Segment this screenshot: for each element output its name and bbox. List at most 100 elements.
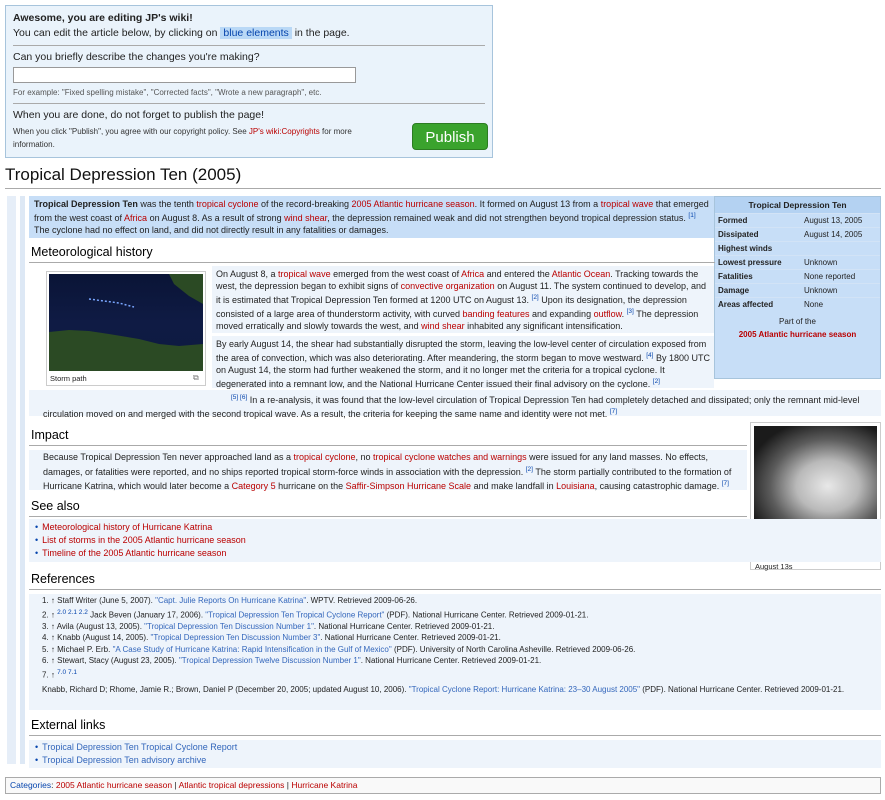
categories-bar: Categories: 2005 Atlantic hurricane seas… (5, 777, 881, 794)
heading-meteorological-history[interactable]: Meteorological history (31, 245, 153, 259)
ref-link[interactable]: "Capt. Julie Reports On Hurricane Katrin… (155, 596, 306, 605)
ref-number: 3. (42, 621, 49, 631)
external-link[interactable]: Tropical Depression Ten Tropical Cyclone… (42, 742, 237, 752)
heading-rule (29, 516, 747, 517)
impact-paragraph[interactable]: Because Tropical Depression Ten never ap… (29, 450, 747, 493)
met-p1-t2: emerged from the west coast of (330, 269, 462, 279)
link-tropical-cyclone-2[interactable]: tropical cyclone (294, 452, 356, 462)
list-item: Timeline of the 2005 Atlantic hurricane … (35, 547, 875, 560)
link-africa[interactable]: Africa (124, 213, 147, 223)
link-2005-season[interactable]: 2005 Atlantic hurricane season (352, 199, 475, 209)
ref-author: Knabb, Richard D; Rhome, Jamie R.; Brown… (42, 684, 409, 694)
link-wind-shear-2[interactable]: wind shear (421, 321, 465, 331)
banner-instructions: You can edit the article below, by click… (13, 27, 485, 39)
impact-text: Because Tropical Depression Ten never ap… (43, 451, 733, 493)
publish-button[interactable]: Publish (412, 123, 488, 150)
met-p1-t1: On August 8, a (216, 269, 279, 279)
heading-external-links[interactable]: External links (31, 718, 105, 732)
category-link[interactable]: Hurricane Katrina (291, 780, 357, 790)
met-p3-text: [5] [6] In a re-analysis, it was found t… (43, 392, 867, 420)
heading-impact[interactable]: Impact (31, 428, 69, 442)
infobox-row: Areas affected None (715, 297, 880, 311)
link-banding-features[interactable]: banding features (462, 309, 529, 319)
infobox-table: Formed August 13, 2005 Dissipated August 1… (715, 213, 880, 311)
heading-rule (29, 445, 747, 446)
lead-bold-title: Tropical Depression Ten (34, 199, 138, 209)
link-outflow[interactable]: outflow (594, 309, 622, 319)
editable-margin-bar[interactable] (7, 196, 16, 764)
link-category-5[interactable]: Category 5 (232, 481, 276, 491)
see-also-link[interactable]: Meteorological history of Hurricane Katr… (42, 522, 212, 532)
infobox-row: Fatalities None reported (715, 269, 880, 284)
see-also-link[interactable]: List of storms in the 2005 Atlantic hurr… (42, 535, 246, 545)
link-convective-organization[interactable]: convective organization (401, 281, 495, 291)
storm-track (88, 298, 135, 308)
met-paragraph-1[interactable]: On August 8, a tropical wave emerged fro… (212, 266, 714, 333)
link-atlantic-ocean[interactable]: Atlantic Ocean (552, 269, 611, 279)
impact-t7: , causing catastrophic damage. (594, 481, 722, 491)
storm-path-image[interactable] (49, 274, 203, 371)
met-p3-t1: In a re-analysis, it was found that the … (43, 395, 860, 419)
link-tropical-cyclone[interactable]: tropical cyclone (196, 199, 258, 209)
category-link[interactable]: 2005 Atlantic hurricane season (56, 780, 172, 790)
ref-1[interactable]: [1] (688, 212, 695, 219)
met-paragraph-2[interactable]: By early August 14, the shear had substa… (212, 336, 714, 389)
link-wind-shear[interactable]: wind shear (284, 213, 327, 223)
see-also-list[interactable]: Meteorological history of Hurricane Katr… (29, 519, 881, 562)
link-tropical-wave[interactable]: tropical wave (601, 199, 654, 209)
ref-link[interactable]: "Tropical Depression Ten Discussion Numb… (151, 633, 321, 642)
infobox-row: Highest winds (715, 241, 880, 256)
partof-season-link[interactable]: 2005 Atlantic hurricane season (715, 328, 880, 341)
reference-item: 4. ↑ Knabb (August 14, 2005). "Tropical … (42, 633, 501, 643)
lead-t3: . It formed on August 13 from a (474, 199, 601, 209)
enlarge-icon[interactable]: ⧉ (193, 373, 199, 383)
met-paragraph-3[interactable]: [5] [6] In a re-analysis, it was found t… (29, 390, 881, 419)
infobox-key: Formed (715, 213, 801, 228)
ref-link[interactable]: "Tropical Depression Ten Tropical Cyclon… (205, 610, 384, 619)
ref-source: . WPTV. Retrieved 2009-06-26. (306, 596, 418, 605)
ref-link[interactable]: "A Case Study of Hurricane Katrina: Rapi… (113, 645, 392, 654)
ref-link[interactable]: "Tropical Depression Ten Discussion Numb… (144, 622, 314, 631)
category-link[interactable]: Atlantic tropical depressions (179, 780, 285, 790)
external-link[interactable]: Tropical Depression Ten advisory archive (42, 755, 206, 765)
ref-link[interactable]: "Tropical Depression Twelve Discussion N… (179, 656, 361, 665)
banner-divider (13, 45, 485, 46)
reference-item: 1. ↑ Staff Writer (June 5, 2007). "Capt.… (42, 596, 418, 605)
heading-see-also[interactable]: See also (31, 499, 80, 513)
heading-references[interactable]: References (31, 572, 95, 586)
impact-t6: and make landfall in (471, 481, 557, 491)
link-saffir-simpson[interactable]: Saffir-Simpson Hurricane Scale (346, 481, 471, 491)
link-watches-warnings[interactable]: tropical cyclone watches and warnings (373, 452, 527, 462)
ref-5-6[interactable]: [5] [6] (231, 394, 247, 401)
ref-link[interactable]: "Tropical Cyclone Report: Hurricane Katr… (409, 685, 640, 694)
ref-2c[interactable]: [2] (526, 466, 533, 473)
ref-3[interactable]: [3] (627, 308, 634, 315)
copyrights-link[interactable]: JP's wiki:Copyrights (249, 127, 320, 136)
infobox[interactable]: Tropical Depression Ten Formed August 13,… (714, 196, 881, 379)
infobox-key: Lowest pressure (715, 255, 801, 270)
editable-margin-bar-inner[interactable] (20, 196, 25, 764)
link-tropical-wave-2[interactable]: tropical wave (278, 269, 331, 279)
lead-text: Tropical Depression Ten was the tenth tr… (34, 198, 710, 236)
ref-2b[interactable]: [2] (653, 378, 660, 385)
external-links-list[interactable]: Tropical Depression Ten Tropical Cyclone… (29, 740, 881, 768)
link-louisiana[interactable]: Louisiana (556, 481, 595, 491)
edit-banner: Awesome, you are editing JP's wiki! You … (5, 5, 493, 158)
ref-2[interactable]: [2] (532, 294, 539, 301)
ref-7b[interactable]: [7] (722, 480, 729, 487)
ref-number: 1. (42, 596, 49, 605)
reference-item: 2. ↑ 2.0 2.1 2.2 Jack Beven (January 17,… (42, 608, 589, 620)
references-list[interactable]: 1. ↑ Staff Writer (June 5, 2007). "Capt.… (29, 594, 881, 710)
storm-path-thumbnail[interactable]: Storm path ⧉ (46, 271, 206, 386)
ref-7[interactable]: [7] (610, 408, 617, 415)
ref-backlinks[interactable]: 2.0 2.1 2.2 (57, 609, 88, 616)
ref-source: . National Hurricane Center. Retrieved 2… (313, 621, 495, 631)
link-africa-2[interactable]: Africa (461, 269, 484, 279)
lead-paragraph[interactable]: Tropical Depression Ten was the tenth tr… (29, 196, 715, 238)
ref-author: Staff Writer (June 5, 2007). (57, 596, 156, 605)
edit-summary-input[interactable] (13, 67, 356, 83)
ref-backlinks[interactable]: 7.0 7.1 (57, 669, 77, 676)
see-also-link[interactable]: Timeline of the 2005 Atlantic hurricane … (42, 548, 226, 558)
summary-question: Can you briefly describe the changes you… (13, 51, 260, 63)
categories-label[interactable]: Categories (10, 780, 51, 790)
